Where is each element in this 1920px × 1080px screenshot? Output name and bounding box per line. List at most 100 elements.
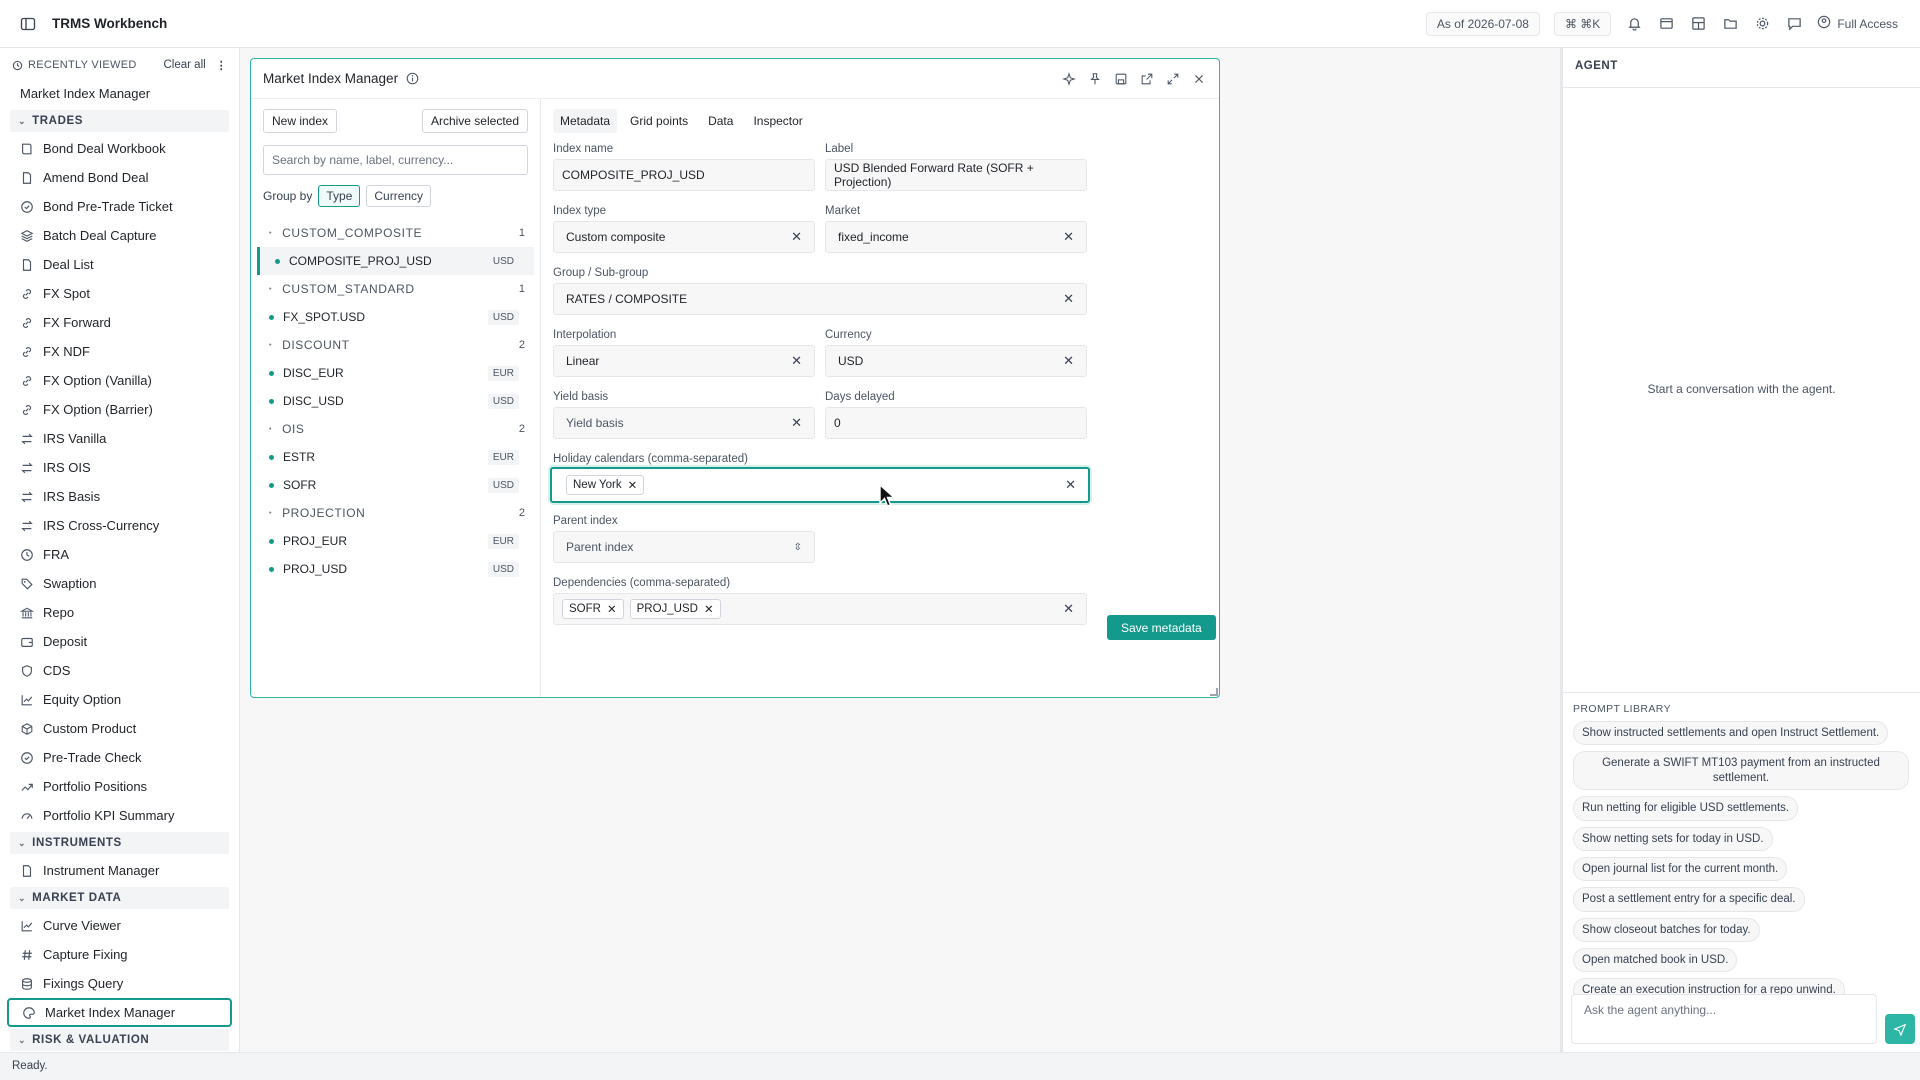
clear-icon[interactable]: ✕ [791,353,802,369]
save-icon[interactable] [1113,71,1129,87]
index-type-select[interactable]: Custom composite ✕ [553,221,815,253]
prompt-suggestion[interactable]: Show closeout batches for today. [1573,917,1760,942]
days-delayed-field[interactable]: 0 [825,407,1087,439]
sidebar-item-fra[interactable]: FRA [0,540,239,569]
resize-handle[interactable] [1210,688,1218,696]
label-field[interactable]: USD Blended Forward Rate (SOFR + Project… [825,159,1087,191]
sidebar-item-instrument-manager[interactable]: Instrument Manager [0,856,239,885]
index-name-field[interactable]: COMPOSITE_PROJ_USD [553,159,815,191]
tab-metadata[interactable]: Metadata [553,109,618,133]
sidebar-item-irs-ois[interactable]: IRS OIS [0,453,239,482]
layout-icon[interactable] [1689,15,1707,33]
interpolation-select[interactable]: Linear ✕ [553,345,815,377]
folder-icon[interactable] [1721,15,1739,33]
section-header-instruments[interactable]: ⌄ INSTRUMENTS [10,832,229,854]
sidebar-item-amend-bond-deal[interactable]: Amend Bond Deal [0,163,239,192]
sidebar-item-swaption[interactable]: Swaption [0,569,239,598]
sidebar-item-custom-product[interactable]: Custom Product [0,714,239,743]
sidebar-item-fx-forward[interactable]: FX Forward [0,308,239,337]
archive-icon[interactable] [1657,15,1675,33]
new-index-button[interactable]: New index [263,109,338,133]
group-by-type[interactable]: Type [318,185,361,207]
index-group[interactable]: • CUSTOM_STANDARD 1 [251,275,540,303]
prompt-suggestion[interactable]: Show netting sets for today in USD. [1573,826,1773,851]
sidebar-item-curve-viewer[interactable]: Curve Viewer [0,911,239,940]
sidebar-toggle-icon[interactable] [18,14,38,34]
clear-icon[interactable]: ✕ [791,415,802,431]
sidebar-item-portfolio-positions[interactable]: Portfolio Positions [0,772,239,801]
prompt-suggestion[interactable]: Open matched book in USD. [1573,948,1738,973]
save-metadata-button[interactable]: Save metadata [1107,615,1216,640]
maximize-icon[interactable] [1165,71,1181,87]
sidebar-item-bond-pre-trade-ticket[interactable]: Bond Pre-Trade Ticket [0,192,239,221]
clear-icon[interactable]: ✕ [1065,477,1076,493]
index-list-item[interactable]: PROJ_EUR EUR [251,527,534,555]
index-list-item[interactable]: SOFR USD [251,471,534,499]
sidebar-item-fx-ndf[interactable]: FX NDF [0,337,239,366]
currency-select[interactable]: USD ✕ [825,345,1087,377]
dependencies-field[interactable]: SOFR ✕ PROJ_USD ✕ ✕ [553,593,1087,625]
recent-item[interactable]: Market Index Manager [0,78,239,108]
index-list-item[interactable]: PROJ_USD USD [251,555,534,583]
holiday-calendars-field[interactable]: New York ✕ ✕ [550,467,1090,503]
chip-remove-icon[interactable]: ✕ [704,602,714,616]
index-list-item[interactable]: FX_SPOT.USD USD [251,303,534,331]
index-list-item[interactable]: COMPOSITE_PROJ_USD USD [257,247,534,275]
sidebar-item-portfolio-kpi-summary[interactable]: Portfolio KPI Summary [0,801,239,830]
index-group[interactable]: • OIS 2 [251,415,540,443]
sidebar-item-irs-basis[interactable]: IRS Basis [0,482,239,511]
prompt-suggestion[interactable]: Show instructed settlements and open Ins… [1573,721,1889,746]
clear-all-button[interactable]: Clear all [164,59,206,71]
bell-icon[interactable] [1625,15,1643,33]
sidebar-item-irs-cross-currency[interactable]: IRS Cross-Currency [0,511,239,540]
chip-remove-icon[interactable]: ✕ [628,478,638,492]
gear-icon[interactable] [1753,15,1771,33]
section-header-trades[interactable]: ⌄ TRADES [10,110,229,132]
more-vertical-icon[interactable]: ⋮ [216,59,227,72]
sidebar-item-irs-vanilla[interactable]: IRS Vanilla [0,424,239,453]
yield-basis-select[interactable]: Yield basis ✕ [553,407,815,439]
pin-icon[interactable] [1087,71,1103,87]
tab-inspector[interactable]: Inspector [746,109,809,133]
parent-index-select[interactable]: Parent index ⇳ [553,531,815,563]
sidebar-item-pre-trade-check[interactable]: Pre-Trade Check [0,743,239,772]
sidebar-item-deposit[interactable]: Deposit [0,627,239,656]
index-group[interactable]: • DISCOUNT 2 [251,331,540,359]
close-icon[interactable] [1191,71,1207,87]
clear-icon[interactable]: ✕ [1063,229,1074,245]
sidebar-item-market-index-manager[interactable]: Market Index Manager [7,998,232,1027]
prompt-suggestion[interactable]: Post a settlement entry for a specific d… [1573,887,1805,912]
send-icon[interactable] [1885,1014,1915,1044]
tab-data[interactable]: Data [701,109,740,133]
sidebar-item-bond-deal-workbook[interactable]: Bond Deal Workbook [0,134,239,163]
full-access-button[interactable]: Full Access [1817,15,1898,32]
clear-icon[interactable]: ✕ [1063,291,1074,307]
clear-icon[interactable]: ✕ [791,229,802,245]
group-select[interactable]: RATES / COMPOSITE ✕ [553,283,1087,315]
clear-icon[interactable]: ✕ [1063,353,1074,369]
index-list-item[interactable]: DISC_USD USD [251,387,534,415]
chat-icon[interactable] [1785,15,1803,33]
sidebar-item-deal-list[interactable]: Deal List [0,250,239,279]
sidebar-item-fx-spot[interactable]: FX Spot [0,279,239,308]
index-group[interactable]: • PROJECTION 2 [251,499,540,527]
archive-selected-button[interactable]: Archive selected [421,109,528,133]
sparkle-icon[interactable] [1061,71,1077,87]
external-link-icon[interactable] [1139,71,1155,87]
command-palette-button[interactable]: ⌘ ⌘K [1553,11,1612,36]
agent-input[interactable]: Ask the agent anything... [1571,994,1877,1044]
prompt-suggestion[interactable]: Open journal list for the current month. [1573,856,1788,882]
market-select[interactable]: fixed_income ✕ [825,221,1087,253]
index-list-item[interactable]: DISC_EUR EUR [251,359,534,387]
sidebar-item-cds[interactable]: CDS [0,656,239,685]
sidebar-item-equity-option[interactable]: Equity Option [0,685,239,714]
sidebar-item-fx-option-barrier[interactable]: FX Option (Barrier) [0,395,239,424]
index-search-input[interactable]: Search by name, label, currency... [263,145,528,175]
clear-icon[interactable]: ✕ [1063,601,1074,617]
tab-grid-points[interactable]: Grid points [623,109,695,133]
section-header-risk-valuation[interactable]: ⌄ RISK & VALUATION [10,1029,229,1051]
info-icon[interactable] [406,72,419,85]
sidebar-item-capture-fixing[interactable]: Capture Fixing [0,940,239,969]
index-group[interactable]: • CUSTOM_COMPOSITE 1 [251,219,540,247]
chip-remove-icon[interactable]: ✕ [607,602,617,616]
